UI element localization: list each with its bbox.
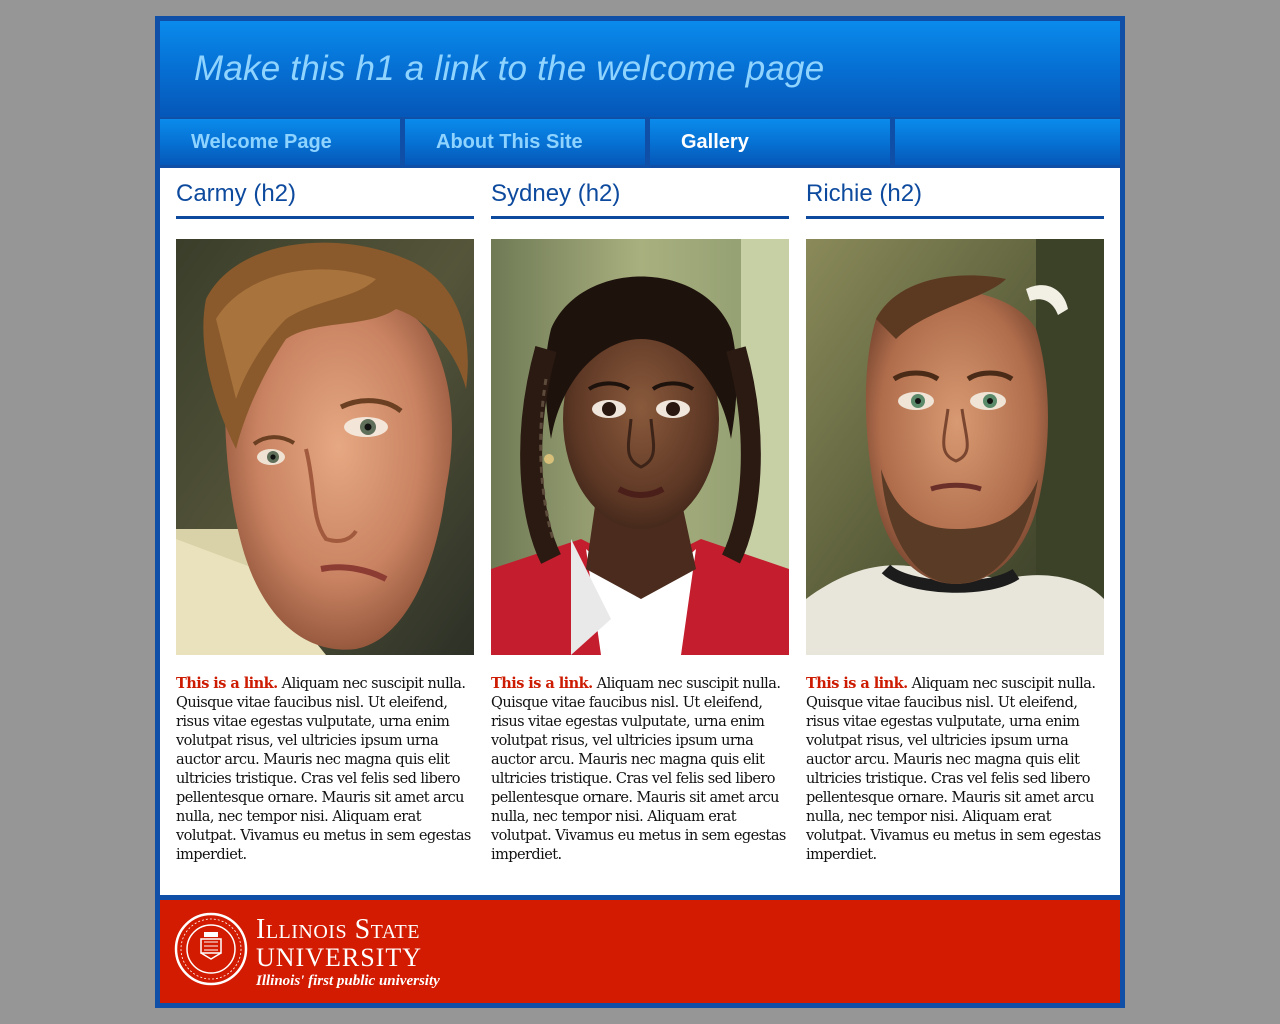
nav-item-gallery[interactable]: Gallery bbox=[650, 119, 890, 165]
site-footer: Illinois State UNIVERSITY Illinois' firs… bbox=[160, 900, 1120, 1003]
richie-photo bbox=[806, 239, 1104, 655]
isu-wordmark: Illinois State UNIVERSITY Illinois' firs… bbox=[256, 916, 440, 990]
nav-item-welcome[interactable]: Welcome Page bbox=[160, 119, 400, 165]
column-body: Aliquam nec suscipit nulla. Quisque vita… bbox=[806, 676, 1101, 863]
column-heading: Sydney (h2) bbox=[491, 180, 789, 219]
main-nav: Welcome Page About This Site Gallery bbox=[160, 119, 1120, 165]
nav-item-about[interactable]: About This Site bbox=[405, 119, 645, 165]
column-heading: Richie (h2) bbox=[806, 180, 1104, 219]
column-body: Aliquam nec suscipit nulla. Quisque vita… bbox=[491, 676, 786, 863]
column-body: Aliquam nec suscipit nulla. Quisque vita… bbox=[176, 676, 471, 863]
nav-item-empty bbox=[895, 119, 1120, 165]
wordmark-line-2: UNIVERSITY bbox=[256, 943, 422, 972]
gallery-content: Carmy (h2) This is a link. Aliquam nec s… bbox=[160, 168, 1120, 895]
inline-link[interactable]: This is a link. bbox=[176, 675, 278, 692]
page-title[interactable]: Make this h1 a link to the welcome page bbox=[194, 49, 824, 89]
sydney-photo bbox=[491, 239, 789, 655]
carmy-photo bbox=[176, 239, 474, 655]
column-text: This is a link. Aliquam nec suscipit nul… bbox=[491, 674, 791, 865]
page-frame: Make this h1 a link to the welcome page … bbox=[155, 16, 1125, 1008]
isu-seal-icon bbox=[174, 912, 248, 986]
column-heading: Carmy (h2) bbox=[176, 180, 474, 219]
inline-link[interactable]: This is a link. bbox=[806, 675, 908, 692]
inline-link[interactable]: This is a link. bbox=[491, 675, 593, 692]
wordmark-line-1: Illinois State bbox=[256, 914, 420, 945]
column-text: This is a link. Aliquam nec suscipit nul… bbox=[176, 674, 476, 865]
footer-tagline: Illinois' first public university bbox=[256, 973, 440, 989]
column-text: This is a link. Aliquam nec suscipit nul… bbox=[806, 674, 1106, 865]
site-header: Make this h1 a link to the welcome page bbox=[160, 21, 1120, 117]
